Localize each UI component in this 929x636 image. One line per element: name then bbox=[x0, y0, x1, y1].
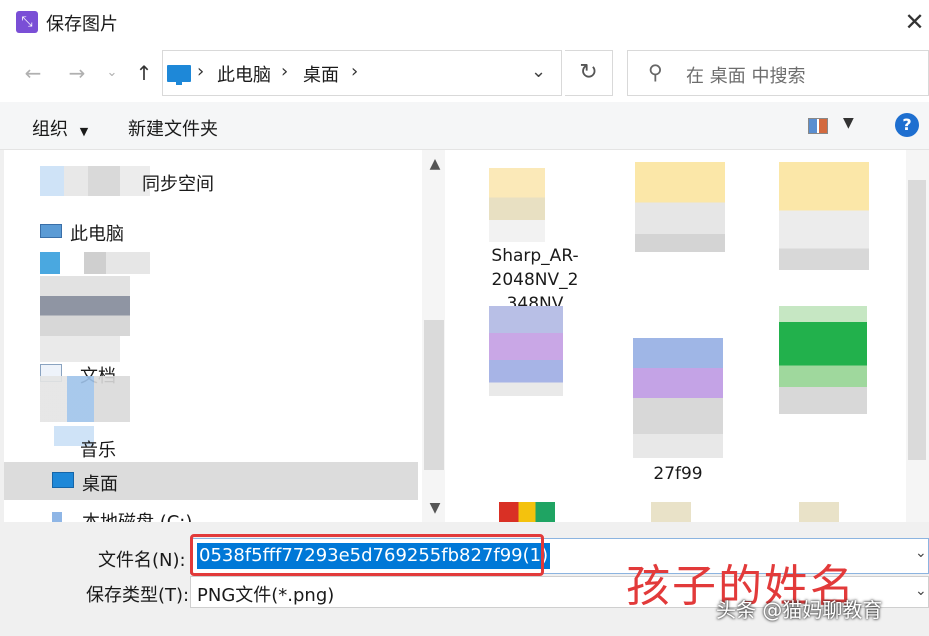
tree-item-label: 此电脑 bbox=[70, 224, 124, 245]
navigation-scrollbar-thumb[interactable] bbox=[424, 320, 444, 470]
title-bar: ⤡ 保存图片 ✕ bbox=[0, 0, 929, 44]
file-thumbnail-folder[interactable] bbox=[651, 502, 691, 522]
help-icon[interactable]: ? bbox=[895, 113, 919, 137]
chevron-right-icon: › bbox=[197, 61, 205, 82]
desktop-icon bbox=[52, 472, 74, 488]
tree-item-label: 桌面 bbox=[82, 474, 118, 495]
watermark-text: 头条 @猫妈聊教育 bbox=[716, 598, 883, 622]
chevron-right-icon: › bbox=[281, 61, 289, 82]
up-arrow-icon[interactable]: ↑ bbox=[130, 56, 158, 90]
highlight-box bbox=[190, 534, 544, 576]
command-toolbar: 组织 ▼ 新建文件夹 ▼ ? bbox=[0, 102, 929, 150]
forward-arrow-icon[interactable]: → bbox=[62, 56, 92, 90]
new-folder-button[interactable]: 新建文件夹 bbox=[128, 115, 218, 141]
pixelated-block bbox=[40, 276, 130, 336]
search-placeholder: 在 桌面 中搜索 bbox=[686, 66, 806, 87]
scroll-down-icon[interactable]: ▼ bbox=[422, 500, 445, 516]
address-dropdown-icon[interactable]: ⌄ bbox=[531, 61, 546, 82]
filetype-dropdown-icon[interactable]: ⌄ bbox=[915, 583, 927, 599]
pixelated-block bbox=[40, 376, 130, 422]
save-options-area: 文件名(N): 0538f5fff77293e5d769255fb827f99(… bbox=[0, 522, 929, 636]
breadcrumb-desktop[interactable]: 桌面 bbox=[303, 61, 339, 87]
file-thumbnail-folder[interactable] bbox=[799, 502, 839, 522]
search-icon: ⚲ bbox=[648, 60, 663, 84]
file-name-line: 2048NV_2 bbox=[491, 270, 579, 290]
navigation-pane: 同步空间 此电脑 文档 音乐 桌面 本地磁盘 (C:) ▲ ▼ bbox=[4, 150, 445, 522]
tree-item-documents[interactable]: 文档 bbox=[4, 354, 418, 422]
address-bar[interactable]: › 此电脑 › 桌面 › ⌄ bbox=[162, 50, 562, 96]
pixelated-block bbox=[40, 166, 120, 196]
file-thumbnail-image[interactable] bbox=[633, 338, 723, 458]
organize-label: 组织 bbox=[32, 119, 68, 140]
file-thumbnail-app[interactable] bbox=[499, 502, 555, 522]
tree-item-local-disk-c[interactable]: 本地磁盘 (C:) bbox=[4, 500, 418, 522]
file-thumbnail-image[interactable] bbox=[489, 306, 563, 396]
window-title: 保存图片 bbox=[46, 14, 118, 35]
navigation-bar: ← → ⌄ ↑ › 此电脑 › 桌面 › ⌄ ↻ ⚲ 在 桌面 中搜索 bbox=[0, 44, 929, 102]
file-list-scrollbar-thumb[interactable] bbox=[908, 180, 926, 460]
tree-item-desktop[interactable]: 桌面 bbox=[4, 462, 418, 500]
search-box[interactable]: ⚲ 在 桌面 中搜索 bbox=[627, 50, 929, 96]
refresh-button[interactable]: ↻ bbox=[565, 50, 613, 96]
file-thumbnail-folder[interactable] bbox=[779, 162, 869, 270]
file-list-pane: Sharp_AR- 2048NV_2 348NV 27f99 bbox=[445, 150, 929, 522]
file-name-line: Sharp_AR- bbox=[491, 246, 579, 266]
chevron-right-icon[interactable]: › bbox=[351, 61, 358, 82]
close-button[interactable]: ✕ bbox=[900, 6, 929, 38]
app-icon: ⤡ bbox=[16, 11, 38, 33]
breadcrumb-this-pc[interactable]: 此电脑 bbox=[217, 61, 271, 87]
file-name: 27f99 bbox=[653, 464, 703, 484]
tree-item-label: 同步空间 bbox=[142, 174, 214, 195]
filetype-value: PNG文件(*.png) bbox=[197, 585, 335, 606]
caret-down-icon[interactable]: ▼ bbox=[843, 115, 854, 131]
file-item[interactable]: Sharp_AR- 2048NV_2 348NV bbox=[475, 160, 595, 314]
pixelated-block bbox=[40, 252, 150, 274]
file-thumbnail-image[interactable] bbox=[779, 306, 867, 414]
computer-icon bbox=[40, 224, 62, 238]
filetype-label: 保存类型(T): bbox=[86, 585, 190, 606]
caret-down-icon: ▼ bbox=[79, 125, 89, 138]
computer-icon bbox=[167, 65, 191, 85]
back-arrow-icon[interactable]: ← bbox=[18, 56, 48, 90]
tree-item-sync-space[interactable]: 同步空间 bbox=[4, 162, 418, 200]
drive-icon bbox=[52, 512, 62, 522]
tree-item-this-pc[interactable]: 此电脑 bbox=[4, 212, 418, 250]
tree-item-label: 本地磁盘 (C:) bbox=[82, 508, 192, 522]
organize-menu[interactable]: 组织 ▼ bbox=[32, 115, 88, 141]
tree-item-label: 音乐 bbox=[80, 440, 116, 461]
file-thumbnail bbox=[489, 168, 545, 242]
scroll-up-icon[interactable]: ▲ bbox=[422, 156, 445, 172]
file-thumbnail-folder[interactable] bbox=[635, 162, 725, 252]
tree-item-music[interactable]: 音乐 bbox=[4, 426, 418, 464]
recent-locations-chevron-icon[interactable]: ⌄ bbox=[100, 56, 124, 90]
filename-dropdown-icon[interactable]: ⌄ bbox=[915, 545, 927, 561]
filename-label: 文件名(N): bbox=[98, 550, 186, 571]
view-options-icon[interactable] bbox=[808, 118, 828, 134]
